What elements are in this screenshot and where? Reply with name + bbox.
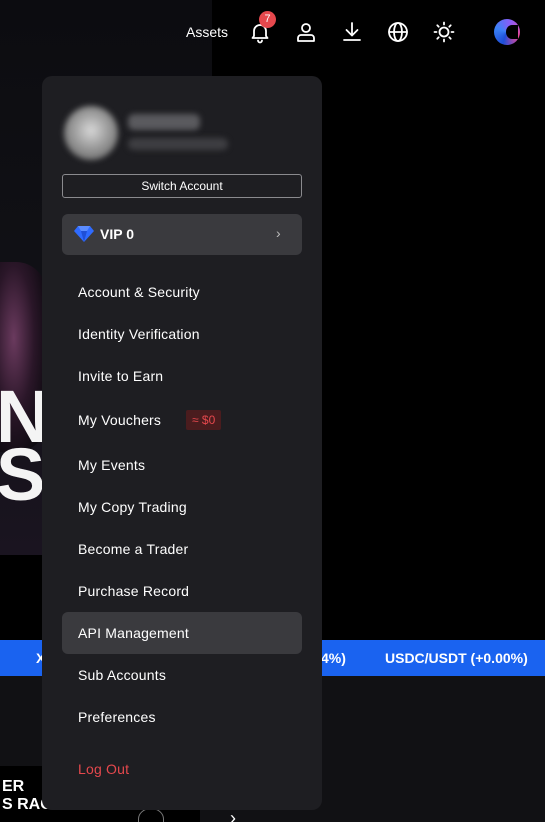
menu-item-api-management[interactable]: API Management (62, 612, 302, 654)
switch-account-button[interactable]: Switch Account (62, 174, 302, 198)
menu-item-label: My Vouchers (78, 412, 162, 428)
menu-item-account-security[interactable]: Account & Security (62, 271, 302, 313)
menu-item-label: My Copy Trading (78, 499, 187, 515)
vip-label: VIP 0 (100, 226, 134, 242)
voucher-value-badge: ≈ $0 (186, 410, 222, 430)
menu-item-identity-verification[interactable]: Identity Verification (62, 313, 302, 355)
vip-level-row[interactable]: VIP 0 › (62, 214, 302, 255)
menu-item-preferences[interactable]: Preferences (62, 696, 302, 738)
avatar[interactable] (494, 19, 520, 45)
menu-item-become-a-trader[interactable]: Become a Trader (62, 528, 302, 570)
menu-item-purchase-record[interactable]: Purchase Record (62, 570, 302, 612)
notification-badge: 7 (259, 11, 276, 28)
profile-uid (128, 138, 228, 150)
menu-item-label: Invite to Earn (78, 368, 164, 384)
menu-item-my-vouchers[interactable]: My Vouchers ≈ $0 (62, 399, 302, 441)
menu-item-sub-accounts[interactable]: Sub Accounts (62, 654, 302, 696)
menu-item-label: Preferences (78, 709, 156, 725)
user-icon[interactable] (294, 20, 318, 44)
sun-icon[interactable] (432, 20, 456, 44)
promo-text: ER (2, 778, 25, 795)
menu-item-label: API Management (78, 625, 189, 641)
ticker-item[interactable]: USDC/USDT (+0.00%) (385, 650, 528, 666)
logout-label: Log Out (78, 761, 130, 777)
menu-item-my-copy-trading[interactable]: My Copy Trading (62, 486, 302, 528)
menu-item-my-events[interactable]: My Events (62, 444, 302, 486)
profile-avatar (64, 106, 118, 160)
menu-item-label: Identity Verification (78, 326, 200, 342)
download-icon[interactable] (340, 20, 364, 44)
logout-button[interactable]: Log Out (62, 748, 302, 790)
menu-item-label: My Events (78, 457, 146, 473)
menu-item-label: Purchase Record (78, 583, 190, 599)
menu-item-label: Account & Security (78, 284, 200, 300)
assets-link[interactable]: Assets (186, 24, 228, 40)
account-dropdown: Switch Account VIP 0 › Account & Securit… (42, 76, 322, 810)
menu-item-label: Sub Accounts (78, 667, 167, 683)
chevron-right-icon[interactable]: › (230, 808, 236, 822)
top-navigation: Assets 7 (0, 0, 545, 64)
menu-item-label: Become a Trader (78, 541, 189, 557)
globe-icon[interactable] (386, 20, 410, 44)
menu-item-invite-to-earn[interactable]: Invite to Earn (62, 355, 302, 397)
ticker-item[interactable]: 4%) (321, 650, 346, 666)
diamond-icon (74, 225, 94, 243)
chevron-right-icon: › (276, 225, 281, 241)
profile-name (128, 114, 200, 130)
